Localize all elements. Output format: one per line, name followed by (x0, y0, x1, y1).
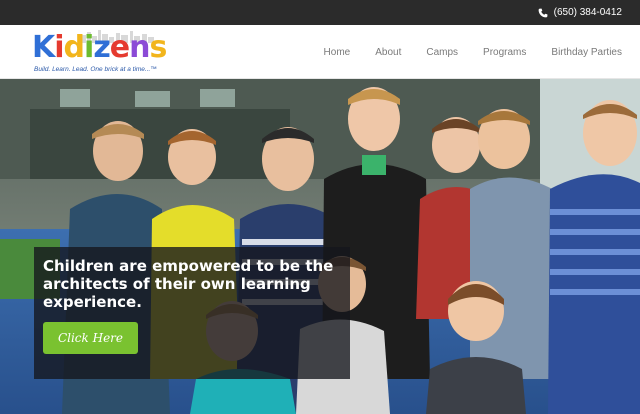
logo-letter: z (93, 30, 110, 65)
logo-letter: K (32, 30, 55, 65)
phone-contact[interactable]: (650) 384-0412 (538, 0, 622, 25)
nav-about[interactable]: About (375, 47, 401, 58)
logo-letter: s (149, 30, 168, 65)
phone-icon (538, 8, 548, 17)
nav-programs[interactable]: Programs (483, 47, 526, 58)
logo-letter: n (129, 30, 150, 65)
top-bar: (650) 384-0412 (0, 0, 640, 25)
nav-home[interactable]: Home (324, 47, 351, 58)
nav-camps[interactable]: Camps (426, 47, 458, 58)
logo-letter: i (54, 30, 64, 65)
hero-text-overlay: Children are empowered to be the archite… (34, 247, 350, 379)
main-nav: Home About Camps Programs Birthday Parti… (299, 25, 622, 79)
hero-headline: Children are empowered to be the archite… (43, 257, 334, 311)
nav-birthday-parties[interactable]: Birthday Parties (551, 47, 622, 58)
kidizens-logo[interactable]: Kidizens Build. Learn. Lead. One brick a… (32, 29, 178, 77)
logo-letter: e (109, 30, 130, 65)
logo-letter: d (63, 30, 86, 65)
logo-tagline: Build. Learn. Lead. One brick at a time.… (34, 66, 157, 73)
logo-letter: i (84, 30, 94, 65)
site-header: Kidizens Build. Learn. Lead. One brick a… (0, 25, 640, 79)
hero-banner: Children are empowered to be the archite… (0, 79, 640, 414)
logo-wordmark: Kidizens (32, 30, 168, 65)
phone-number[interactable]: (650) 384-0412 (554, 7, 622, 18)
click-here-button[interactable]: Click Here (43, 322, 138, 354)
